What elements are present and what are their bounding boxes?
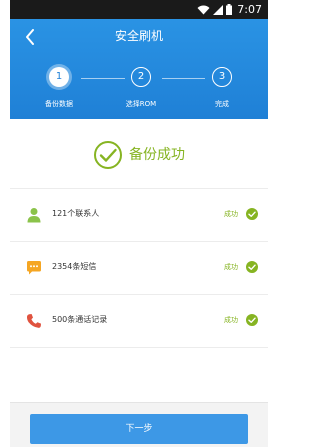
item-label: 121个联系人	[52, 209, 100, 218]
check-badge-icon	[246, 208, 258, 220]
item-label: 2354条短信	[52, 262, 97, 271]
item-label: 500条通话记录	[52, 315, 108, 324]
step-2-label: 选择ROM	[125, 100, 157, 108]
check-circle-icon	[94, 141, 122, 169]
divider	[10, 347, 268, 348]
phone-screen: 7:07 安全刷机 1 2 3 备份数据 选择ROM 完成 备份成功 121个联…	[10, 0, 268, 447]
contact-person-icon	[27, 208, 41, 223]
signal-icon	[213, 4, 224, 15]
header: 安全刷机 1 2 3 备份数据 选择ROM 完成	[10, 19, 268, 119]
backup-success-banner: 备份成功	[10, 138, 268, 172]
status-bar: 7:07	[10, 0, 268, 19]
battery-icon	[226, 4, 233, 15]
status-icons: 7:07	[197, 2, 262, 17]
item-status: 成功	[224, 263, 238, 271]
status-time: 7:07	[237, 3, 262, 16]
progress-stepper: 1 2 3 备份数据 选择ROM 完成	[10, 67, 268, 115]
app-title: 安全刷机	[114, 29, 163, 43]
next-step-button[interactable]: 下一步	[30, 414, 248, 444]
wifi-icon	[197, 5, 210, 14]
footer-bar: 下一步	[10, 402, 268, 447]
item-status: 成功	[224, 316, 238, 324]
step-3-label: 完成	[215, 100, 229, 108]
step-connector	[81, 78, 125, 79]
step-connector	[162, 78, 205, 79]
list-item: 2354条短信 成功	[10, 242, 268, 294]
step-1-label: 备份数据	[45, 100, 73, 108]
check-badge-icon	[246, 261, 258, 273]
phone-handset-icon	[26, 314, 41, 328]
step-1-circle: 1	[49, 67, 69, 87]
success-message: 备份成功	[129, 147, 185, 163]
check-badge-icon	[246, 314, 258, 326]
item-status: 成功	[224, 210, 238, 218]
list-item: 500条通话记录 成功	[10, 295, 268, 347]
step-2-circle: 2	[131, 67, 151, 87]
sms-bubble-icon	[27, 261, 41, 275]
list-item: 121个联系人 成功	[10, 189, 268, 241]
step-3-circle: 3	[212, 67, 232, 87]
